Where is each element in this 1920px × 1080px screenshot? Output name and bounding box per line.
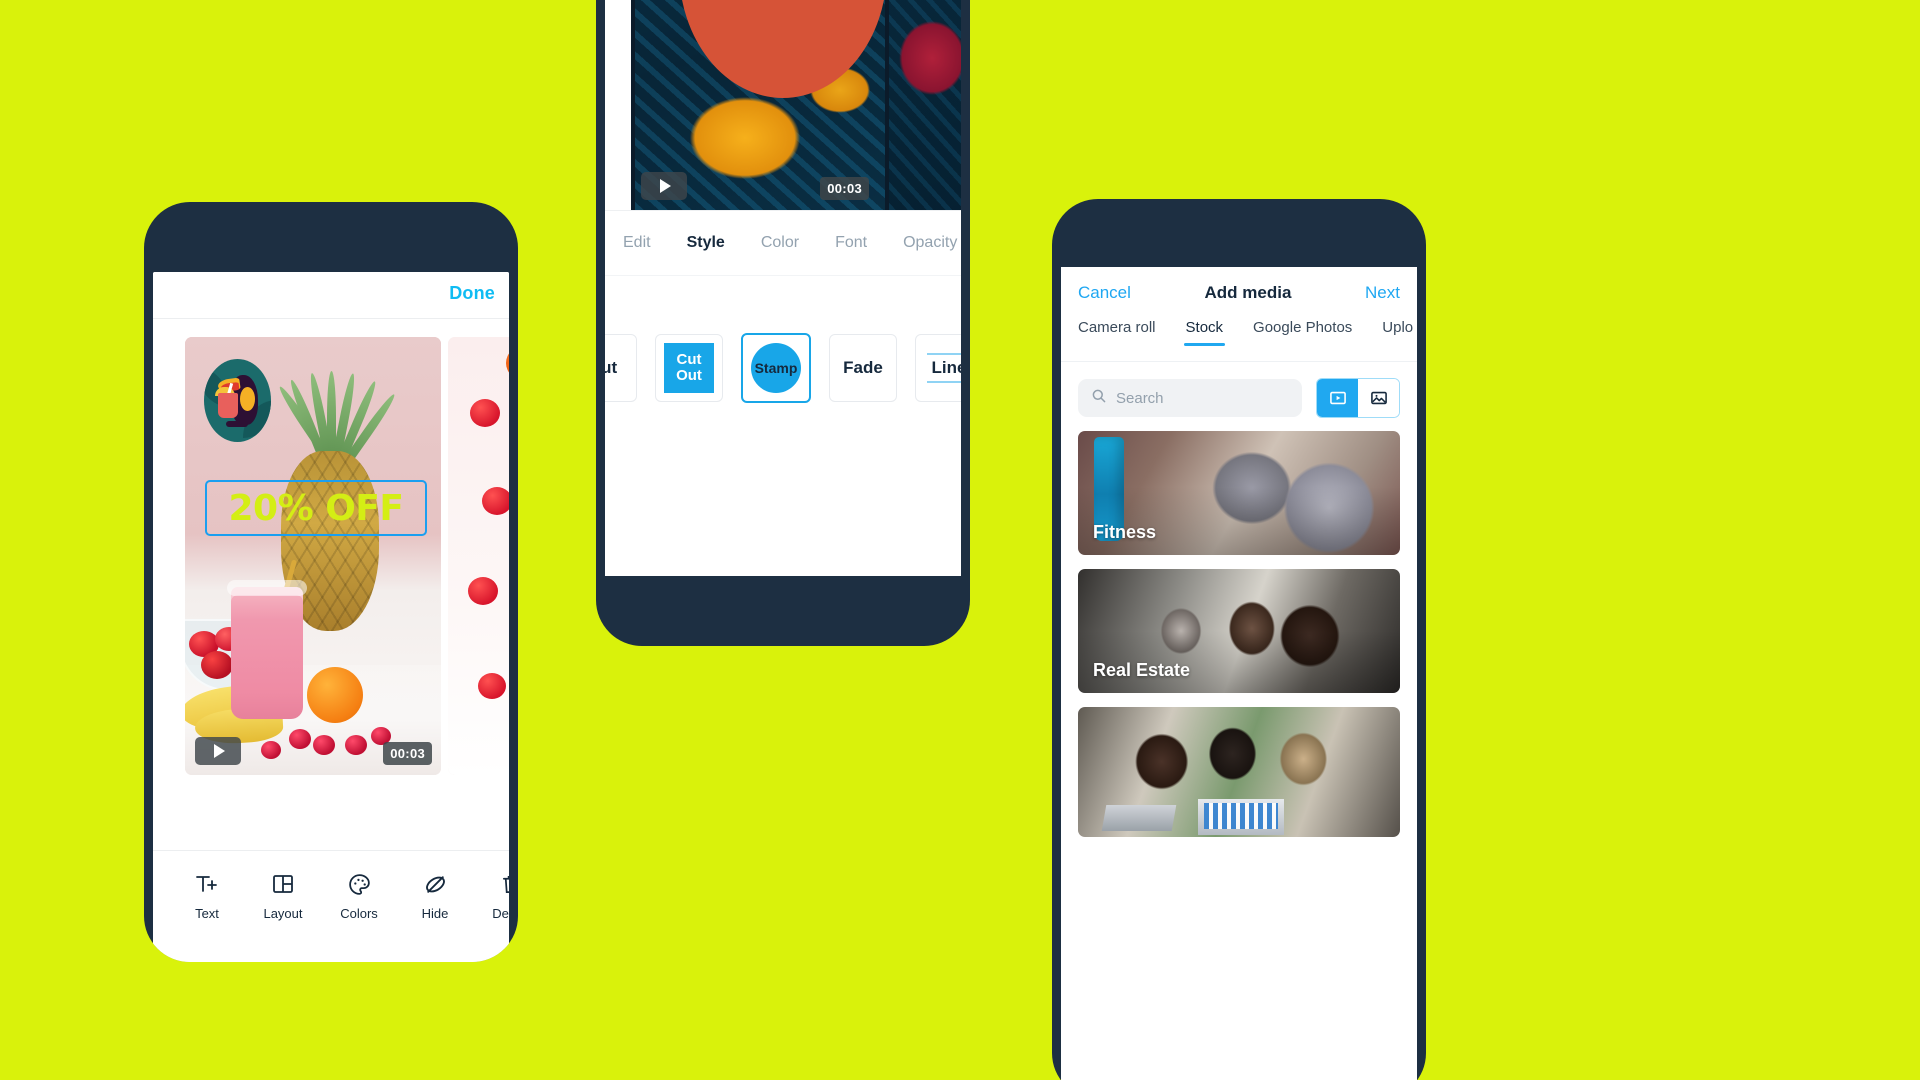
pineapple-crown — [276, 351, 398, 473]
style-option-line[interactable]: Line — [915, 334, 961, 402]
office-thumbnail — [1078, 707, 1400, 837]
line-style-preview: Line — [927, 353, 961, 383]
toolbar-label: Delete — [492, 906, 509, 921]
left-topbar: Done — [153, 272, 509, 319]
search-row: Search — [1061, 362, 1417, 431]
style-option-fade[interactable]: Fade — [829, 334, 897, 402]
search-icon — [1091, 388, 1107, 409]
smoothie-photo — [185, 337, 441, 775]
stock-card[interactable] — [1078, 707, 1400, 837]
style-option-stamp[interactable]: Stamp — [741, 333, 811, 403]
eye-slash-icon — [423, 871, 448, 897]
tab-font[interactable]: Font — [835, 234, 867, 252]
toolbar-item-delete[interactable]: Delete — [473, 871, 509, 921]
flower-photo — [889, 0, 961, 210]
stock-media-list: Fitness Real Estate — [1061, 431, 1417, 837]
media-source-tab-bar: Camera roll Stock Google Photos Uplo — [1061, 319, 1417, 362]
text-overlay-selected[interactable]: 20% OFF — [205, 480, 427, 536]
text-overlay-value: 20% OFF — [228, 487, 405, 529]
screenshot-canvas: Done 20% OFF 00:03 Text Layout Colors Hi… — [0, 0, 1920, 1080]
add-media-nav-bar: Cancel Add media Next — [1061, 267, 1417, 319]
style-option-row: Cut CutOut Stamp Fade Line — [605, 276, 961, 436]
middle-phone-screen: MOTHER’S DAYSALE 00:03 Edit Style Color … — [605, 0, 961, 576]
media-type-toggle — [1316, 378, 1400, 418]
toolbar-item-layout[interactable]: Layout — [245, 871, 321, 921]
toolbar-label: Text — [195, 906, 219, 921]
orange-graphic — [307, 667, 363, 723]
left-phone-screen: Done 20% OFF 00:03 Text Layout Colors Hi… — [153, 272, 509, 962]
phone-middle-style-editor: MOTHER’S DAYSALE 00:03 Edit Style Color … — [596, 0, 970, 646]
color-palette-icon — [347, 871, 372, 897]
toolbar-label: Colors — [340, 906, 378, 921]
tab-stock[interactable]: Stock — [1183, 319, 1225, 346]
right-phone-screen: Cancel Add media Next Camera roll Stock … — [1061, 267, 1417, 1080]
video-duration-badge: 00:03 — [383, 742, 432, 765]
tab-google-photos[interactable]: Google Photos — [1253, 319, 1352, 346]
style-option-label: Cut Out — [664, 343, 714, 393]
style-tab-bar: Edit Style Color Font Opacity Alig — [605, 210, 961, 276]
smoothie-jar — [231, 587, 303, 719]
search-placeholder: Search — [1116, 389, 1164, 407]
stock-card[interactable]: Fitness — [1078, 431, 1400, 555]
next-button[interactable]: Next — [1365, 283, 1400, 303]
style-option-label: Stamp — [751, 343, 801, 393]
tab-edit[interactable]: Edit — [623, 234, 651, 252]
image-icon[interactable] — [1358, 379, 1399, 417]
toolbar-label: Hide — [421, 906, 449, 921]
toolbar-label: Layout — [263, 906, 303, 921]
frame-gap-left — [605, 0, 631, 210]
page-title: Add media — [1204, 283, 1292, 302]
tab-camera-roll[interactable]: Camera roll — [1078, 319, 1156, 346]
style-option-label: Line — [931, 358, 961, 377]
tab-style[interactable]: Style — [687, 234, 725, 252]
style-option-label: Cut — [605, 358, 618, 377]
text-add-icon — [194, 871, 220, 897]
tab-upload[interactable]: Uplo — [1382, 319, 1413, 346]
toolbar-item-hide[interactable]: Hide — [397, 871, 473, 921]
media-card-secondary[interactable] — [448, 337, 509, 775]
style-option-cut[interactable]: Cut — [605, 334, 637, 402]
toolbar-item-text[interactable]: Text — [169, 871, 245, 921]
play-icon[interactable] — [641, 172, 687, 200]
search-input[interactable]: Search — [1078, 379, 1302, 417]
jar-rim — [227, 580, 307, 596]
stock-card[interactable]: Real Estate — [1078, 569, 1400, 693]
left-bottom-toolbar: Text Layout Colors Hide De — [153, 850, 509, 962]
media-card-primary[interactable]: 20% OFF 00:03 — [185, 337, 441, 775]
toucan-sticker[interactable] — [204, 359, 271, 442]
stock-card-label: Fitness — [1093, 522, 1157, 542]
stock-card-label: Real Estate — [1093, 660, 1191, 680]
trash-icon — [500, 871, 509, 897]
play-icon[interactable] — [195, 737, 241, 765]
middle-video-preview[interactable]: MOTHER’S DAYSALE 00:03 — [605, 0, 961, 210]
tab-color[interactable]: Color — [761, 234, 799, 252]
layout-grid-icon — [271, 871, 295, 897]
video-duration-badge: 00:03 — [820, 177, 869, 200]
video-icon[interactable] — [1317, 379, 1358, 417]
style-option-label: Fade — [843, 358, 883, 377]
style-option-cut-out[interactable]: Cut Out — [655, 334, 723, 402]
cancel-button[interactable]: Cancel — [1078, 283, 1131, 303]
left-editor-canvas: 20% OFF 00:03 — [153, 319, 509, 775]
tab-opacity[interactable]: Opacity — [903, 234, 957, 252]
phone-left-editor: Done 20% OFF 00:03 Text Layout Colors Hi… — [144, 202, 518, 962]
phone-right-add-media: Cancel Add media Next Camera roll Stock … — [1052, 199, 1426, 1080]
sticker-line-2: DAYSALE — [718, 0, 849, 5]
done-button[interactable]: Done — [449, 283, 495, 304]
berries-photo — [448, 337, 509, 775]
video-frame-secondary — [889, 0, 961, 210]
toolbar-item-colors[interactable]: Colors — [321, 871, 397, 921]
